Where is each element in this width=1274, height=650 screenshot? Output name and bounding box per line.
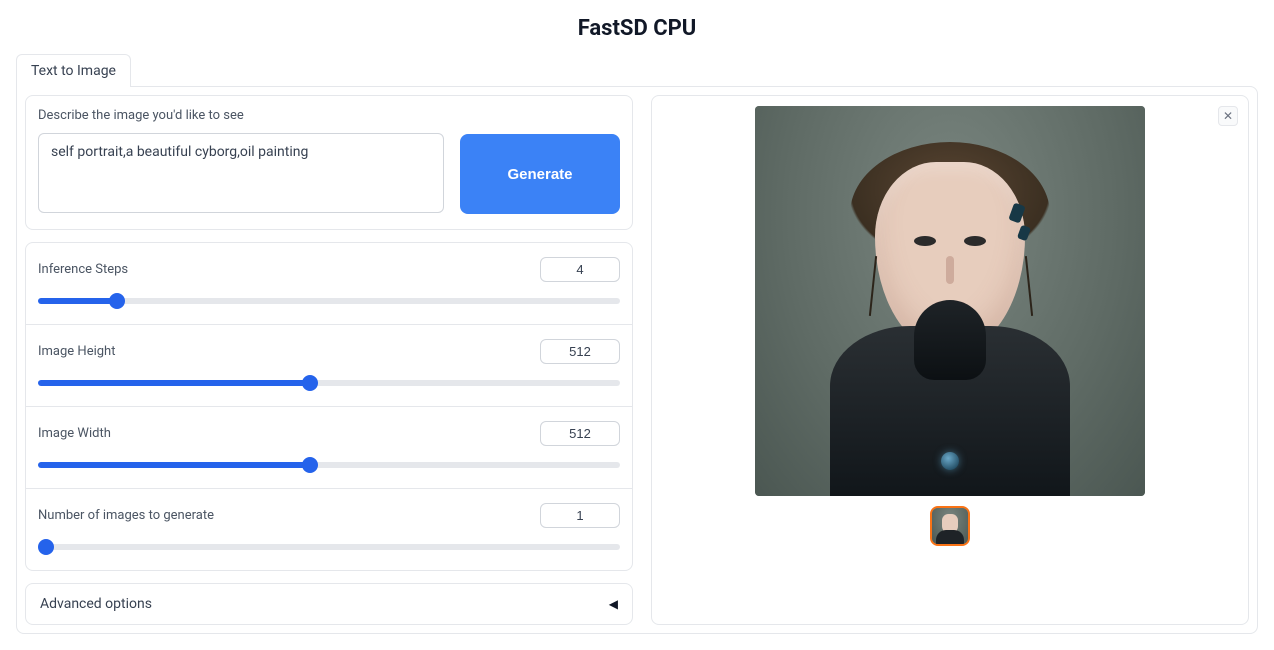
page-title: FastSD CPU bbox=[16, 16, 1258, 41]
slider-label-height: Image Height bbox=[38, 344, 115, 359]
width-slider[interactable] bbox=[38, 462, 620, 468]
generated-portrait-illustration bbox=[755, 106, 1145, 496]
height-number-input[interactable] bbox=[540, 339, 620, 364]
caret-left-icon: ◀ bbox=[609, 597, 618, 611]
tabs: Text to Image bbox=[16, 53, 1258, 86]
slider-label-count: Number of images to generate bbox=[38, 508, 214, 523]
prompt-label: Describe the image you'd like to see bbox=[38, 108, 444, 123]
slider-count: Number of images to generate bbox=[26, 489, 632, 570]
steps-slider[interactable] bbox=[38, 298, 620, 304]
generate-button[interactable]: Generate bbox=[460, 134, 620, 214]
prompt-row: Describe the image you'd like to see Gen… bbox=[25, 95, 633, 230]
output-panel: ✕ bbox=[651, 95, 1249, 625]
prompt-block: Describe the image you'd like to see bbox=[38, 108, 444, 217]
steps-number-input[interactable] bbox=[540, 257, 620, 282]
slider-label-steps: Inference Steps bbox=[38, 262, 128, 277]
prompt-input[interactable] bbox=[38, 133, 444, 213]
slider-label-width: Image Width bbox=[38, 426, 111, 441]
width-number-input[interactable] bbox=[540, 421, 620, 446]
count-slider[interactable] bbox=[38, 544, 620, 550]
sliders-group: Inference Steps Image Height Image Width bbox=[25, 242, 633, 571]
main-panel: Describe the image you'd like to see Gen… bbox=[16, 86, 1258, 634]
advanced-options-toggle[interactable]: Advanced options ◀ bbox=[25, 583, 633, 625]
left-column: Describe the image you'd like to see Gen… bbox=[25, 95, 633, 625]
count-number-input[interactable] bbox=[540, 503, 620, 528]
output-image[interactable] bbox=[755, 106, 1145, 496]
close-icon[interactable]: ✕ bbox=[1218, 106, 1238, 126]
tab-text-to-image[interactable]: Text to Image bbox=[16, 54, 131, 87]
height-slider[interactable] bbox=[38, 380, 620, 386]
output-thumbnail[interactable] bbox=[930, 506, 970, 546]
slider-steps: Inference Steps bbox=[26, 243, 632, 325]
slider-width: Image Width bbox=[26, 407, 632, 489]
slider-height: Image Height bbox=[26, 325, 632, 407]
